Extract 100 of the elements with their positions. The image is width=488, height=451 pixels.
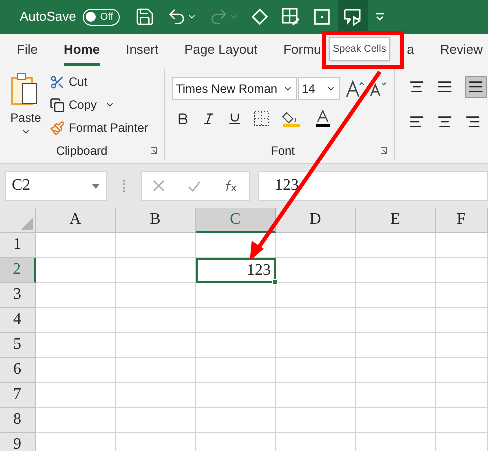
table-cell[interactable] <box>276 358 356 383</box>
table-cell[interactable] <box>276 333 356 358</box>
table-cell[interactable] <box>196 283 276 308</box>
table-cell[interactable] <box>116 333 196 358</box>
table-cell[interactable] <box>436 283 488 308</box>
table-cell[interactable] <box>356 333 436 358</box>
table-cell[interactable] <box>356 383 436 408</box>
underline-icon[interactable] <box>228 112 242 126</box>
caret-icon <box>92 184 100 188</box>
table-cell[interactable] <box>356 408 436 433</box>
row-header[interactable]: 1 <box>0 233 36 258</box>
table-cell[interactable] <box>436 408 488 433</box>
italic-icon[interactable] <box>202 112 216 126</box>
row-header[interactable]: 7 <box>0 383 36 408</box>
align-middle-icon[interactable] <box>437 79 453 95</box>
table-cell[interactable] <box>196 408 276 433</box>
paste-button[interactable]: Paste <box>10 69 42 142</box>
align-right-icon[interactable] <box>465 114 481 130</box>
format-painter-button[interactable]: Format Painter <box>50 119 148 137</box>
font-name-field[interactable]: Times New Roman <box>172 77 297 100</box>
copy-icon <box>50 98 65 112</box>
table-cell[interactable] <box>36 233 116 258</box>
shrink-font-icon[interactable] <box>368 80 388 98</box>
table-cell[interactable] <box>276 408 356 433</box>
font-size-field[interactable]: 14 <box>298 77 340 100</box>
borders-icon[interactable] <box>254 111 270 127</box>
column-header[interactable]: D <box>276 208 356 233</box>
table-cell[interactable] <box>276 233 356 258</box>
table-cell[interactable] <box>36 358 116 383</box>
table-cell[interactable] <box>436 358 488 383</box>
table-cell[interactable] <box>276 258 356 283</box>
align-center-icon[interactable] <box>437 114 453 130</box>
column-header[interactable]: F <box>436 208 488 233</box>
table-cell[interactable] <box>36 333 116 358</box>
table-cell[interactable] <box>36 383 116 408</box>
table-cell[interactable] <box>36 258 116 283</box>
table-cell[interactable] <box>436 233 488 258</box>
row-header[interactable]: 4 <box>0 308 36 333</box>
table-cell[interactable] <box>356 233 436 258</box>
row-header[interactable]: 9 <box>0 433 36 451</box>
table-cell[interactable] <box>196 308 276 333</box>
table-cell[interactable] <box>116 358 196 383</box>
autosave-label: AutoSave <box>20 8 76 26</box>
table-cell[interactable] <box>196 333 276 358</box>
table-cell[interactable] <box>356 258 436 283</box>
column-header[interactable]: A <box>36 208 116 233</box>
grow-font-icon[interactable] <box>345 80 367 98</box>
copy-button[interactable]: Copy <box>50 96 148 114</box>
table-cell[interactable] <box>116 383 196 408</box>
table-cell[interactable] <box>116 283 196 308</box>
eraser-icon <box>251 8 270 26</box>
font-color-icon[interactable] <box>314 110 332 128</box>
table-cell[interactable] <box>356 308 436 333</box>
grid-pencil-icon <box>281 7 302 27</box>
row-header[interactable]: 3 <box>0 283 36 308</box>
table-cell[interactable] <box>436 383 488 408</box>
table-cell[interactable] <box>356 358 436 383</box>
table-cell[interactable] <box>116 308 196 333</box>
dialog-launcher-icon[interactable] <box>150 147 158 155</box>
table-cell[interactable] <box>36 283 116 308</box>
customize-icon <box>375 12 386 22</box>
name-box[interactable]: C2 <box>5 171 107 201</box>
align-top-icon[interactable] <box>409 79 425 95</box>
function-icon[interactable] <box>224 180 238 192</box>
table-cell[interactable] <box>116 258 196 283</box>
ribbon-tab[interactable]: Insert <box>126 38 159 66</box>
ribbon-tab[interactable]: File <box>17 38 38 66</box>
row-header[interactable]: 2 <box>0 258 36 283</box>
bold-icon[interactable] <box>176 112 190 126</box>
table-cell[interactable] <box>196 358 276 383</box>
formula-field[interactable]: 123 <box>258 171 488 201</box>
column-header[interactable]: C <box>196 208 276 233</box>
row-header[interactable]: 6 <box>0 358 36 383</box>
table-cell[interactable] <box>436 333 488 358</box>
table-cell[interactable] <box>276 308 356 333</box>
table-cell[interactable] <box>276 383 356 408</box>
ribbon-tab[interactable]: Page Layout <box>184 38 258 66</box>
table-cell[interactable] <box>36 308 116 333</box>
cancel-icon[interactable] <box>153 180 166 192</box>
enter-icon[interactable] <box>188 180 201 192</box>
table-cell[interactable] <box>436 258 488 283</box>
ribbon-tab[interactable]: Review <box>440 38 484 66</box>
table-cell[interactable] <box>116 408 196 433</box>
table-cell[interactable] <box>196 383 276 408</box>
table-cell[interactable] <box>436 308 488 333</box>
column-header[interactable]: E <box>356 208 436 233</box>
autosave-toggle[interactable]: Off <box>83 8 120 26</box>
table-cell[interactable] <box>36 408 116 433</box>
row-header[interactable]: 8 <box>0 408 36 433</box>
table-cell[interactable]: 123 <box>196 258 276 283</box>
align-bottom-icon[interactable] <box>465 76 487 98</box>
fill-color-icon[interactable] <box>282 110 302 128</box>
row-header[interactable]: 5 <box>0 333 36 358</box>
table-cell[interactable] <box>116 233 196 258</box>
align-left-icon[interactable] <box>409 114 425 130</box>
table-cell[interactable] <box>276 283 356 308</box>
cut-button[interactable]: Cut <box>50 73 148 91</box>
quick-access-button[interactable] <box>338 0 368 34</box>
dialog-launcher-icon[interactable] <box>380 147 388 155</box>
table-cell[interactable] <box>356 283 436 308</box>
